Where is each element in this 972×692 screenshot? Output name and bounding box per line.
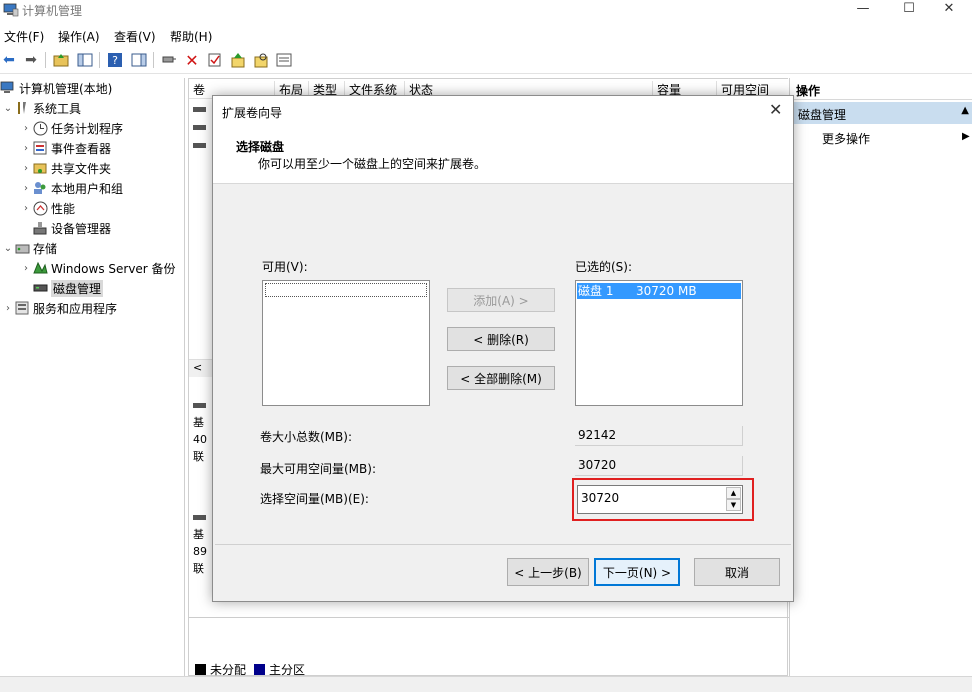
tree-storage[interactable]: ⌄ 存储 <box>2 238 57 258</box>
primary-swatch <box>254 664 266 675</box>
menu-view[interactable]: 查看(V) <box>114 28 156 45</box>
selected-disks-list[interactable]: 磁盘 1 30720 MB <box>575 280 743 406</box>
toolbar: ⬅ ➡ ? ✕ <box>0 46 972 74</box>
minimize-button[interactable]: — <box>840 0 886 22</box>
unallocated-swatch <box>195 664 206 675</box>
navigation-tree: 计算机管理(本地) ⌄ 系统工具 › 任务计划程序 › 事件查看器 › 共享文件… <box>0 78 185 676</box>
back-arrow-icon[interactable]: ⬅ <box>0 51 18 69</box>
total-size-value: 92142 <box>575 426 743 446</box>
chevron-right-icon[interactable]: ▶ <box>962 131 970 142</box>
export-icon[interactable] <box>229 51 247 69</box>
highlight-box <box>572 478 754 521</box>
title-bar: 计算机管理 — ☐ ✕ <box>0 0 972 24</box>
tree-event-viewer[interactable]: › 事件查看器 <box>20 138 111 158</box>
show-hide-tree-icon[interactable] <box>76 51 94 69</box>
selected-label: 已选的(S): <box>575 260 633 274</box>
dialog-heading: 选择磁盘 <box>236 140 285 154</box>
performance-icon <box>32 200 48 216</box>
more-actions-link[interactable]: 更多操作 <box>822 130 870 147</box>
chevron-down-icon[interactable]: ⌄ <box>2 243 14 254</box>
chevron-right-icon[interactable]: › <box>2 303 14 314</box>
search-icon[interactable] <box>252 51 270 69</box>
menu-action[interactable]: 操作(A) <box>58 28 100 45</box>
disk-0-info: 基 40 联 <box>193 397 213 465</box>
available-label: 可用(V): <box>262 260 308 274</box>
window-title: 计算机管理 <box>22 4 83 18</box>
tree-shared-folders[interactable]: › 共享文件夹 <box>20 158 111 178</box>
max-space-value: 30720 <box>575 456 743 476</box>
list-focus-rect <box>265 283 427 297</box>
forward-arrow-icon[interactable]: ➡ <box>22 51 40 69</box>
backup-icon <box>32 260 48 276</box>
clock-icon <box>32 120 48 136</box>
cancel-button[interactable]: 取消 <box>694 558 780 586</box>
connect-icon[interactable] <box>160 51 178 69</box>
check-icon[interactable] <box>206 51 224 69</box>
disk-1-info: 基 89 联 <box>193 509 213 577</box>
storage-icon <box>14 240 30 256</box>
chevron-right-icon[interactable]: › <box>20 123 32 134</box>
status-bar <box>0 676 972 692</box>
disk-icon <box>32 280 48 296</box>
help-icon[interactable]: ? <box>106 51 124 69</box>
close-window-button[interactable]: ✕ <box>926 0 972 22</box>
tree-device-manager[interactable]: 设备管理器 <box>32 218 111 238</box>
select-space-label: 选择空间量(MB)(E): <box>260 492 369 506</box>
computer-management-icon <box>3 3 19 17</box>
volume-row[interactable] <box>193 103 207 116</box>
actions-header: 操作 <box>790 78 972 100</box>
dialog-subheading: 你可以用至少一个磁盘上的空间来扩展卷。 <box>258 157 487 171</box>
delete-icon[interactable]: ✕ <box>183 51 201 70</box>
list-view-icon[interactable] <box>275 51 293 69</box>
dialog-header: 扩展卷向导 ✕ 选择磁盘 你可以用至少一个磁盘上的空间来扩展卷。 <box>213 96 793 184</box>
extend-volume-wizard-dialog: 扩展卷向导 ✕ 选择磁盘 你可以用至少一个磁盘上的空间来扩展卷。 可用(V): … <box>212 95 794 602</box>
dialog-title: 扩展卷向导 <box>222 106 283 120</box>
tree-task-scheduler[interactable]: › 任务计划程序 <box>20 118 123 138</box>
tree-local-users[interactable]: › 本地用户和组 <box>20 178 123 198</box>
tools-icon <box>14 100 30 116</box>
dialog-close-icon[interactable]: ✕ <box>769 100 782 119</box>
selected-disk-item[interactable]: 磁盘 1 30720 MB <box>577 283 741 299</box>
chevron-right-icon[interactable]: › <box>20 183 32 194</box>
chevron-right-icon[interactable]: › <box>20 203 32 214</box>
total-size-label: 卷大小总数(MB): <box>260 430 352 444</box>
users-icon <box>32 180 48 196</box>
menu-help[interactable]: 帮助(H) <box>170 28 212 45</box>
remove-button[interactable]: < 删除(R) <box>447 327 555 351</box>
computer-icon <box>0 80 16 96</box>
chevron-down-icon[interactable]: ⌄ <box>2 103 14 114</box>
tree-windows-backup[interactable]: › Windows Server 备份 <box>20 258 176 278</box>
properties-pane-icon[interactable] <box>130 51 148 69</box>
actions-pane: 操作 磁盘管理 ▲ 更多操作 ▶ <box>789 78 972 676</box>
shared-folder-icon <box>32 160 48 176</box>
chevron-right-icon[interactable]: › <box>20 163 32 174</box>
next-button[interactable]: 下一页(N) > <box>594 558 680 586</box>
available-disks-list[interactable] <box>262 280 430 406</box>
scroll-left-icon[interactable]: < <box>193 361 202 374</box>
up-folder-icon[interactable] <box>52 51 70 69</box>
volume-row[interactable] <box>193 139 207 152</box>
tree-system-tools[interactable]: ⌄ 系统工具 <box>2 98 81 118</box>
max-space-label: 最大可用空间量(MB): <box>260 462 376 476</box>
volume-row[interactable] <box>193 121 207 134</box>
add-button[interactable]: 添加(A) > <box>447 288 555 312</box>
tree-disk-management[interactable]: 磁盘管理 <box>32 278 104 298</box>
tree-performance[interactable]: › 性能 <box>20 198 75 218</box>
back-button[interactable]: < 上一步(B) <box>507 558 589 586</box>
remove-all-button[interactable]: < 全部删除(M) <box>447 366 555 390</box>
tree-root[interactable]: 计算机管理(本地) <box>0 78 112 98</box>
dialog-separator <box>215 544 791 545</box>
device-manager-icon <box>32 220 48 236</box>
event-log-icon <box>32 140 48 156</box>
chevron-right-icon[interactable]: › <box>20 263 32 274</box>
services-icon <box>14 300 30 316</box>
collapse-up-icon[interactable]: ▲ <box>961 105 969 116</box>
menu-file[interactable]: 文件(F) <box>4 28 44 45</box>
chevron-right-icon[interactable]: › <box>20 143 32 154</box>
svg-text:?: ? <box>112 54 118 67</box>
tree-services-apps[interactable]: › 服务和应用程序 <box>2 298 117 318</box>
menu-bar: 文件(F) 操作(A) 查看(V) 帮助(H) <box>0 24 972 46</box>
actions-section-disk-management[interactable]: 磁盘管理 ▲ <box>792 102 972 124</box>
